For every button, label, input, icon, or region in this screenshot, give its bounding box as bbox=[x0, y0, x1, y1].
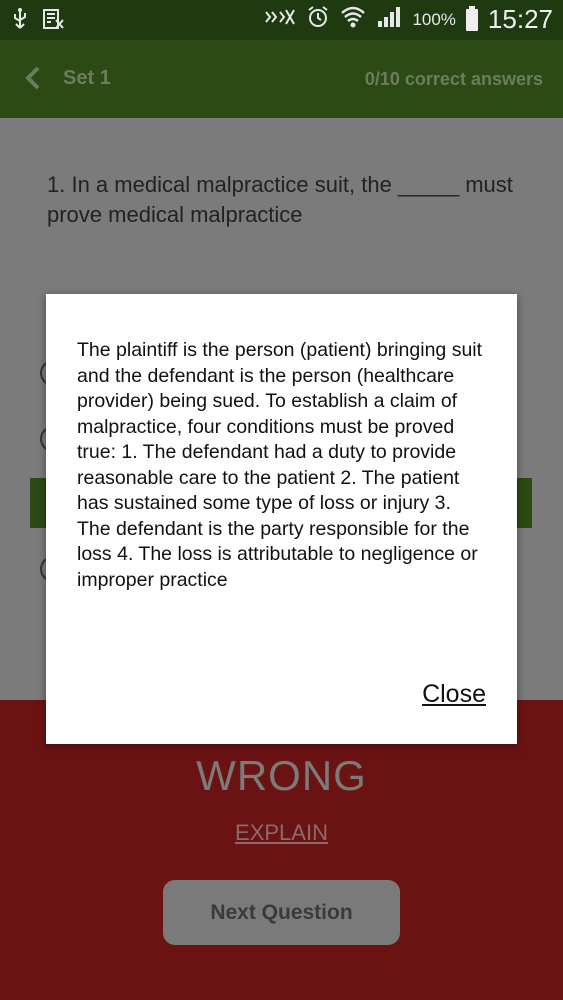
usb-icon bbox=[12, 8, 28, 35]
app-bar: Set 1 0/10 correct answers bbox=[0, 40, 563, 118]
explanation-dialog: The plaintiff is the person (patient) br… bbox=[46, 294, 517, 744]
battery-icon bbox=[465, 5, 478, 31]
sim-icon bbox=[42, 8, 64, 35]
explain-link[interactable]: EXPLAIN bbox=[0, 820, 563, 846]
explanation-text: The plaintiff is the person (patient) br… bbox=[77, 339, 483, 591]
score-counter: 0/10 correct answers bbox=[364, 69, 543, 89]
status-bar-right: 100% 15:27 bbox=[260, 4, 553, 35]
set-title[interactable]: Set 1 bbox=[63, 67, 111, 90]
clock: 15:27 bbox=[487, 4, 553, 34]
mute-icon bbox=[260, 6, 296, 33]
back-chevron-icon[interactable] bbox=[22, 64, 44, 92]
wifi-icon bbox=[340, 5, 366, 34]
battery-percent: 100% bbox=[412, 9, 456, 29]
close-button[interactable]: Close bbox=[422, 680, 486, 709]
next-question-button[interactable]: Next Question bbox=[163, 880, 400, 945]
status-bar: 100% 15:27 bbox=[0, 0, 563, 40]
status-bar-left bbox=[12, 8, 64, 35]
verdict-text: WRONG bbox=[196, 752, 367, 799]
result-panel: WRONG EXPLAIN Next Question bbox=[0, 700, 563, 1000]
signal-icon bbox=[376, 5, 402, 34]
question-text: 1. In a medical malpractice suit, the __… bbox=[47, 172, 513, 227]
alarm-icon bbox=[306, 5, 330, 34]
